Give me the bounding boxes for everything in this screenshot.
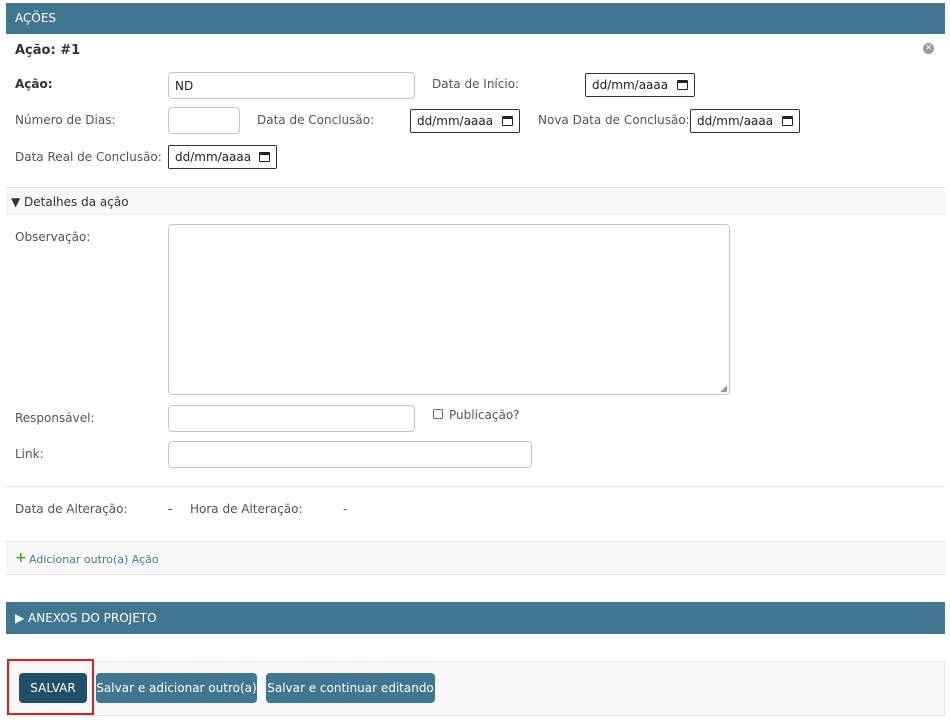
add-another-row: + Adicionar outro(a) Ação — [6, 541, 945, 575]
calendar-icon[interactable] — [259, 152, 270, 162]
details-toggle[interactable]: ▼ Detalhes da ação — [6, 187, 945, 215]
data-real-value: dd/mm/aaaa — [175, 150, 252, 164]
calendar-icon[interactable] — [502, 116, 513, 126]
numero-dias-label: Número de Dias: — [15, 113, 116, 127]
acao-label: Ação: — [15, 77, 53, 91]
data-conclusao-value: dd/mm/aaaa — [417, 114, 494, 128]
acoes-section-header: AÇÕES — [6, 3, 945, 34]
hora-alteracao-value: - — [343, 502, 348, 516]
link-label: Link: — [15, 447, 44, 461]
hora-alteracao-label: Hora de Alteração: — [190, 502, 303, 516]
link-input[interactable] — [168, 441, 532, 468]
nova-data-value: dd/mm/aaaa — [697, 114, 774, 128]
nova-data-input[interactable]: dd/mm/aaaa — [690, 109, 800, 133]
data-real-label: Data Real de Conclusão: — [15, 150, 162, 164]
data-inicio-value: dd/mm/aaaa — [592, 78, 669, 92]
observacao-label: Observação: — [15, 230, 91, 244]
resize-handle-icon[interactable]: ◢ — [720, 384, 727, 394]
data-conclusao-input[interactable]: dd/mm/aaaa — [410, 109, 520, 133]
data-conclusao-label: Data de Conclusão: — [257, 113, 375, 127]
save-continue-button[interactable]: Salvar e continuar editando — [266, 673, 435, 703]
nova-data-label: Nova Data de Conclusão: — [538, 113, 690, 127]
acoes-header-title: AÇÕES — [15, 11, 57, 25]
data-alteracao-value: - — [168, 502, 173, 516]
plus-icon[interactable]: + — [15, 550, 27, 566]
acao-input-value: ND — [175, 78, 194, 93]
data-inicio-input[interactable]: dd/mm/aaaa — [585, 73, 695, 97]
calendar-icon[interactable] — [677, 80, 688, 90]
data-alteracao-label: Data de Alteração: — [15, 502, 128, 516]
anexos-header-title: ▶ ANEXOS DO PROJETO — [15, 611, 157, 625]
delete-inline-icon[interactable]: × — [923, 43, 934, 54]
observacao-textarea[interactable]: ◢ — [168, 224, 730, 395]
save-add-another-button[interactable]: Salvar e adicionar outro(a) — [96, 673, 257, 703]
data-real-input[interactable]: dd/mm/aaaa — [168, 145, 277, 169]
responsavel-label: Responsável: — [15, 411, 95, 425]
divider — [6, 486, 945, 487]
calendar-icon[interactable] — [782, 116, 793, 126]
publicacao-label: Publicação? — [449, 408, 520, 422]
numero-dias-input[interactable] — [168, 107, 240, 134]
add-another-link[interactable]: Adicionar outro(a) Ação — [29, 553, 159, 566]
responsavel-input[interactable] — [168, 405, 415, 432]
anexos-section-header[interactable]: ▶ ANEXOS DO PROJETO — [6, 602, 945, 634]
data-inicio-label: Data de Início: — [432, 77, 520, 91]
save-button[interactable]: SALVAR — [19, 673, 87, 703]
inline-title: Ação: #1 — [15, 43, 81, 58]
details-toggle-label: ▼ Detalhes da ação — [11, 195, 129, 209]
publicacao-checkbox[interactable] — [433, 409, 443, 419]
acao-input[interactable]: ND — [168, 72, 415, 99]
